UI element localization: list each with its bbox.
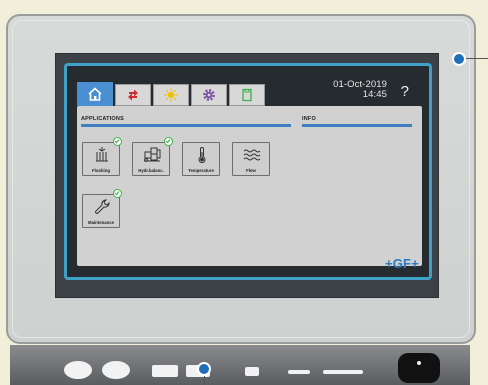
document-icon bbox=[242, 88, 252, 102]
tab-sun[interactable] bbox=[153, 84, 189, 106]
small-port bbox=[245, 367, 259, 376]
device-base bbox=[10, 345, 470, 385]
gear-icon bbox=[203, 89, 215, 101]
checkmark-icon bbox=[113, 137, 122, 146]
gf-logo: +GF+ bbox=[384, 256, 419, 271]
tab-pump[interactable] bbox=[115, 84, 151, 106]
app-tile-flushing[interactable]: Flushing bbox=[82, 142, 120, 176]
app-label-temperature: Temperature bbox=[188, 168, 214, 173]
app-label-flushing: Flushing bbox=[92, 168, 110, 173]
applications-rule bbox=[81, 124, 291, 127]
callout-line-bottom bbox=[204, 376, 205, 385]
help-button[interactable]: ? bbox=[401, 83, 409, 100]
checkmark-icon bbox=[164, 137, 173, 146]
app-label-maintenance: Maintenance bbox=[87, 220, 115, 225]
info-title: INFO bbox=[302, 116, 316, 122]
checkmark-icon bbox=[113, 189, 122, 198]
info-rule bbox=[302, 124, 412, 127]
wrench-icon bbox=[95, 199, 110, 214]
tab-settings[interactable] bbox=[191, 84, 227, 106]
app-tile-flow[interactable]: Flow bbox=[232, 142, 270, 176]
hydraulic-balance-icon bbox=[144, 147, 161, 162]
cable-gland-icon bbox=[64, 361, 92, 379]
callout-dot-bottom bbox=[197, 362, 211, 376]
flow-waves-icon bbox=[243, 149, 261, 161]
tab-home[interactable] bbox=[77, 82, 113, 106]
home-icon bbox=[88, 87, 102, 101]
slot-port-wide bbox=[323, 370, 363, 374]
sun-icon bbox=[164, 88, 178, 102]
flushing-icon bbox=[96, 147, 108, 162]
date-time-display: 01-Oct-2019 14:45 bbox=[333, 80, 387, 100]
power-connector bbox=[398, 353, 440, 383]
cable-gland-icon bbox=[102, 361, 130, 379]
callout-line-top bbox=[466, 58, 488, 59]
app-tile-temperature[interactable]: Temperature bbox=[182, 142, 220, 176]
app-label-flow: Flow bbox=[246, 168, 256, 173]
app-tile-maintenance[interactable]: Maintenance bbox=[82, 194, 120, 228]
app-label-hydraulic-balance: Hydr.balanc. bbox=[138, 168, 164, 173]
top-bar: 01-Oct-2019 14:45 ? bbox=[67, 66, 429, 108]
applications-title: APPLICATIONS bbox=[81, 116, 124, 122]
app-tile-hydraulic-balance[interactable]: Hydr.balanc. bbox=[132, 142, 170, 176]
thermometer-icon bbox=[198, 147, 206, 164]
pump-arrows-icon bbox=[128, 89, 138, 101]
callout-dot-top bbox=[452, 52, 466, 66]
tab-documents[interactable] bbox=[229, 84, 265, 106]
time-text: 14:45 bbox=[362, 89, 387, 100]
touch-screen: 01-Oct-2019 14:45 ? APPLICATIONS INFO Fl… bbox=[64, 63, 432, 280]
main-panel: APPLICATIONS INFO Flushing Hydr.balanc. … bbox=[77, 106, 422, 266]
slot-port bbox=[288, 370, 310, 374]
ethernet-port bbox=[152, 365, 178, 377]
